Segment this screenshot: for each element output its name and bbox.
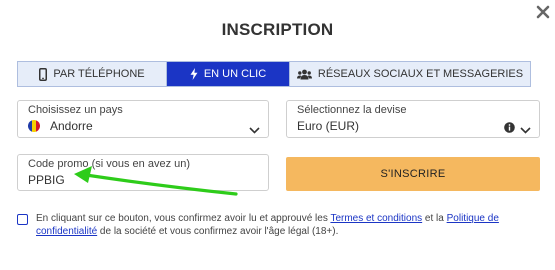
chevron-down-icon: [520, 121, 531, 139]
users-icon: [296, 69, 312, 80]
country-label: Choisissez un pays: [28, 104, 123, 116]
dialog-title: INSCRIPTION: [221, 20, 334, 39]
close-icon: [536, 5, 550, 19]
country-value: Andorre: [50, 119, 93, 133]
tab-phone-label: PAR TÉLÉPHONE: [53, 68, 145, 80]
tab-social-label: RÉSEAUX SOCIAUX ET MESSAGERIES: [317, 68, 524, 80]
tab-one-click[interactable]: EN UN CLIC: [167, 62, 290, 86]
tab-phone[interactable]: PAR TÉLÉPHONE: [18, 62, 167, 86]
registration-tabs: PAR TÉLÉPHONE EN UN CLIC RÉSEAUX SOCIAUX…: [17, 61, 531, 87]
country-select[interactable]: Choisissez un pays Andorre: [17, 100, 269, 138]
currency-select[interactable]: Sélectionnez la devise Euro (EUR): [286, 100, 540, 138]
promo-code-label: Code promo (si vous en avez un): [28, 158, 191, 170]
info-icon[interactable]: [504, 120, 515, 138]
terms-link[interactable]: Termes et conditions: [330, 213, 422, 224]
phone-icon: [39, 67, 48, 81]
tab-one-click-label: EN UN CLIC: [203, 68, 267, 80]
lightning-icon: [190, 68, 198, 80]
close-button[interactable]: [533, 2, 553, 22]
currency-value: Euro (EUR): [297, 119, 360, 133]
promo-code-value: PPBIG: [28, 173, 65, 187]
consent-text: En cliquant sur ce bouton, vous confirme…: [36, 213, 499, 237]
chevron-down-icon: [249, 121, 260, 139]
tab-social-networks[interactable]: RÉSEAUX SOCIAUX ET MESSAGERIES: [290, 62, 530, 86]
currency-label: Sélectionnez la devise: [297, 104, 407, 116]
consent-checkbox[interactable]: [17, 214, 28, 225]
register-button[interactable]: S'INSCRIRE: [286, 157, 540, 191]
promo-code-field[interactable]: Code promo (si vous en avez un) PPBIG: [17, 154, 269, 191]
andorra-flag-icon: [28, 120, 40, 132]
